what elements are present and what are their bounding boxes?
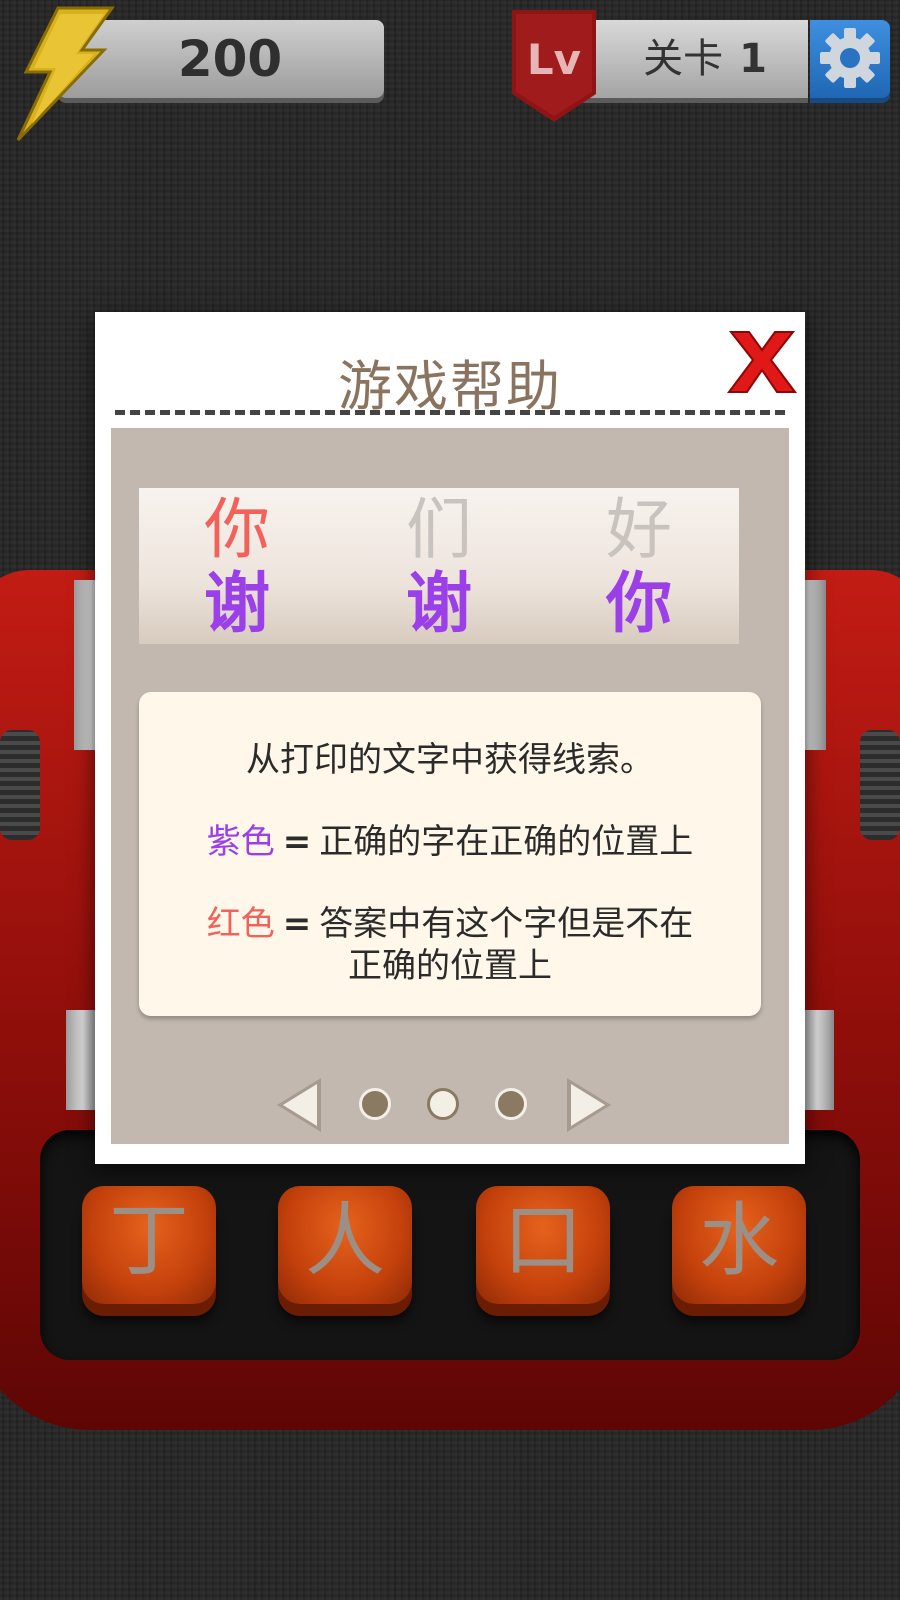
level-indicator: 关卡 1 [600, 20, 810, 98]
example-char: 你 [606, 565, 672, 642]
example-char: 好 [606, 491, 672, 568]
level-badge-label: Lv [527, 35, 581, 84]
key-label: 人 [305, 1194, 385, 1287]
purple-desc: 正确的字在正确的位置上 [319, 822, 694, 862]
right-lower-panel [800, 1010, 834, 1110]
key-button[interactable]: 丁 [82, 1186, 216, 1304]
settings-button[interactable] [810, 20, 890, 98]
rule-intro: 从打印的文字中获得线索。 [246, 740, 654, 780]
help-panel: 你 们 好 谢 谢 你 从打印的文字中获得线索。 紫色 = 正确的字在正确的位置上 … [111, 428, 789, 1144]
purple-label: 紫色 [206, 822, 275, 862]
example-char: 们 [406, 491, 472, 568]
key-label: 丁 [109, 1194, 189, 1287]
key-button[interactable]: 口 [476, 1186, 610, 1304]
next-page-button[interactable] [565, 1076, 613, 1134]
example-char: 你 [204, 491, 270, 568]
close-icon [727, 331, 797, 393]
help-dialog: 游戏帮助 你 们 好 谢 谢 你 从打印的文字中获得线索。 紫色 = 正确的字在正确… [95, 312, 805, 1164]
gear-icon [820, 28, 880, 88]
dashed-divider [115, 410, 785, 415]
example-char: 谢 [204, 565, 270, 642]
equals-sign: = [282, 822, 312, 862]
page-indicator-dot[interactable] [359, 1088, 391, 1120]
rules-card: 从打印的文字中获得线索。 紫色 = 正确的字在正确的位置上 红色 = 答案中有这个字但是… [139, 692, 761, 1016]
lightning-bolt-icon [16, 6, 115, 142]
right-knob [860, 730, 900, 840]
rule-red-continued: 正确的位置上 [348, 946, 552, 986]
level-badge: Lv [512, 10, 596, 122]
example-char: 谢 [406, 565, 472, 642]
left-knob [0, 730, 40, 840]
level-label: 关卡 [643, 36, 724, 82]
prev-page-button[interactable] [275, 1076, 323, 1134]
key-button[interactable]: 人 [278, 1186, 412, 1304]
energy-value: 200 [177, 30, 283, 88]
level-number: 1 [739, 36, 767, 82]
close-button[interactable] [727, 326, 797, 396]
key-label: 口 [503, 1194, 583, 1287]
example-strip: 你 们 好 谢 谢 你 [139, 488, 739, 644]
page-indicator-dot[interactable] [495, 1088, 527, 1120]
page-indicator-dot-active[interactable] [427, 1088, 459, 1120]
key-label: 水 [699, 1194, 779, 1287]
rule-purple: 紫色 = 正确的字在正确的位置上 [139, 814, 761, 863]
key-button[interactable]: 水 [672, 1186, 806, 1304]
